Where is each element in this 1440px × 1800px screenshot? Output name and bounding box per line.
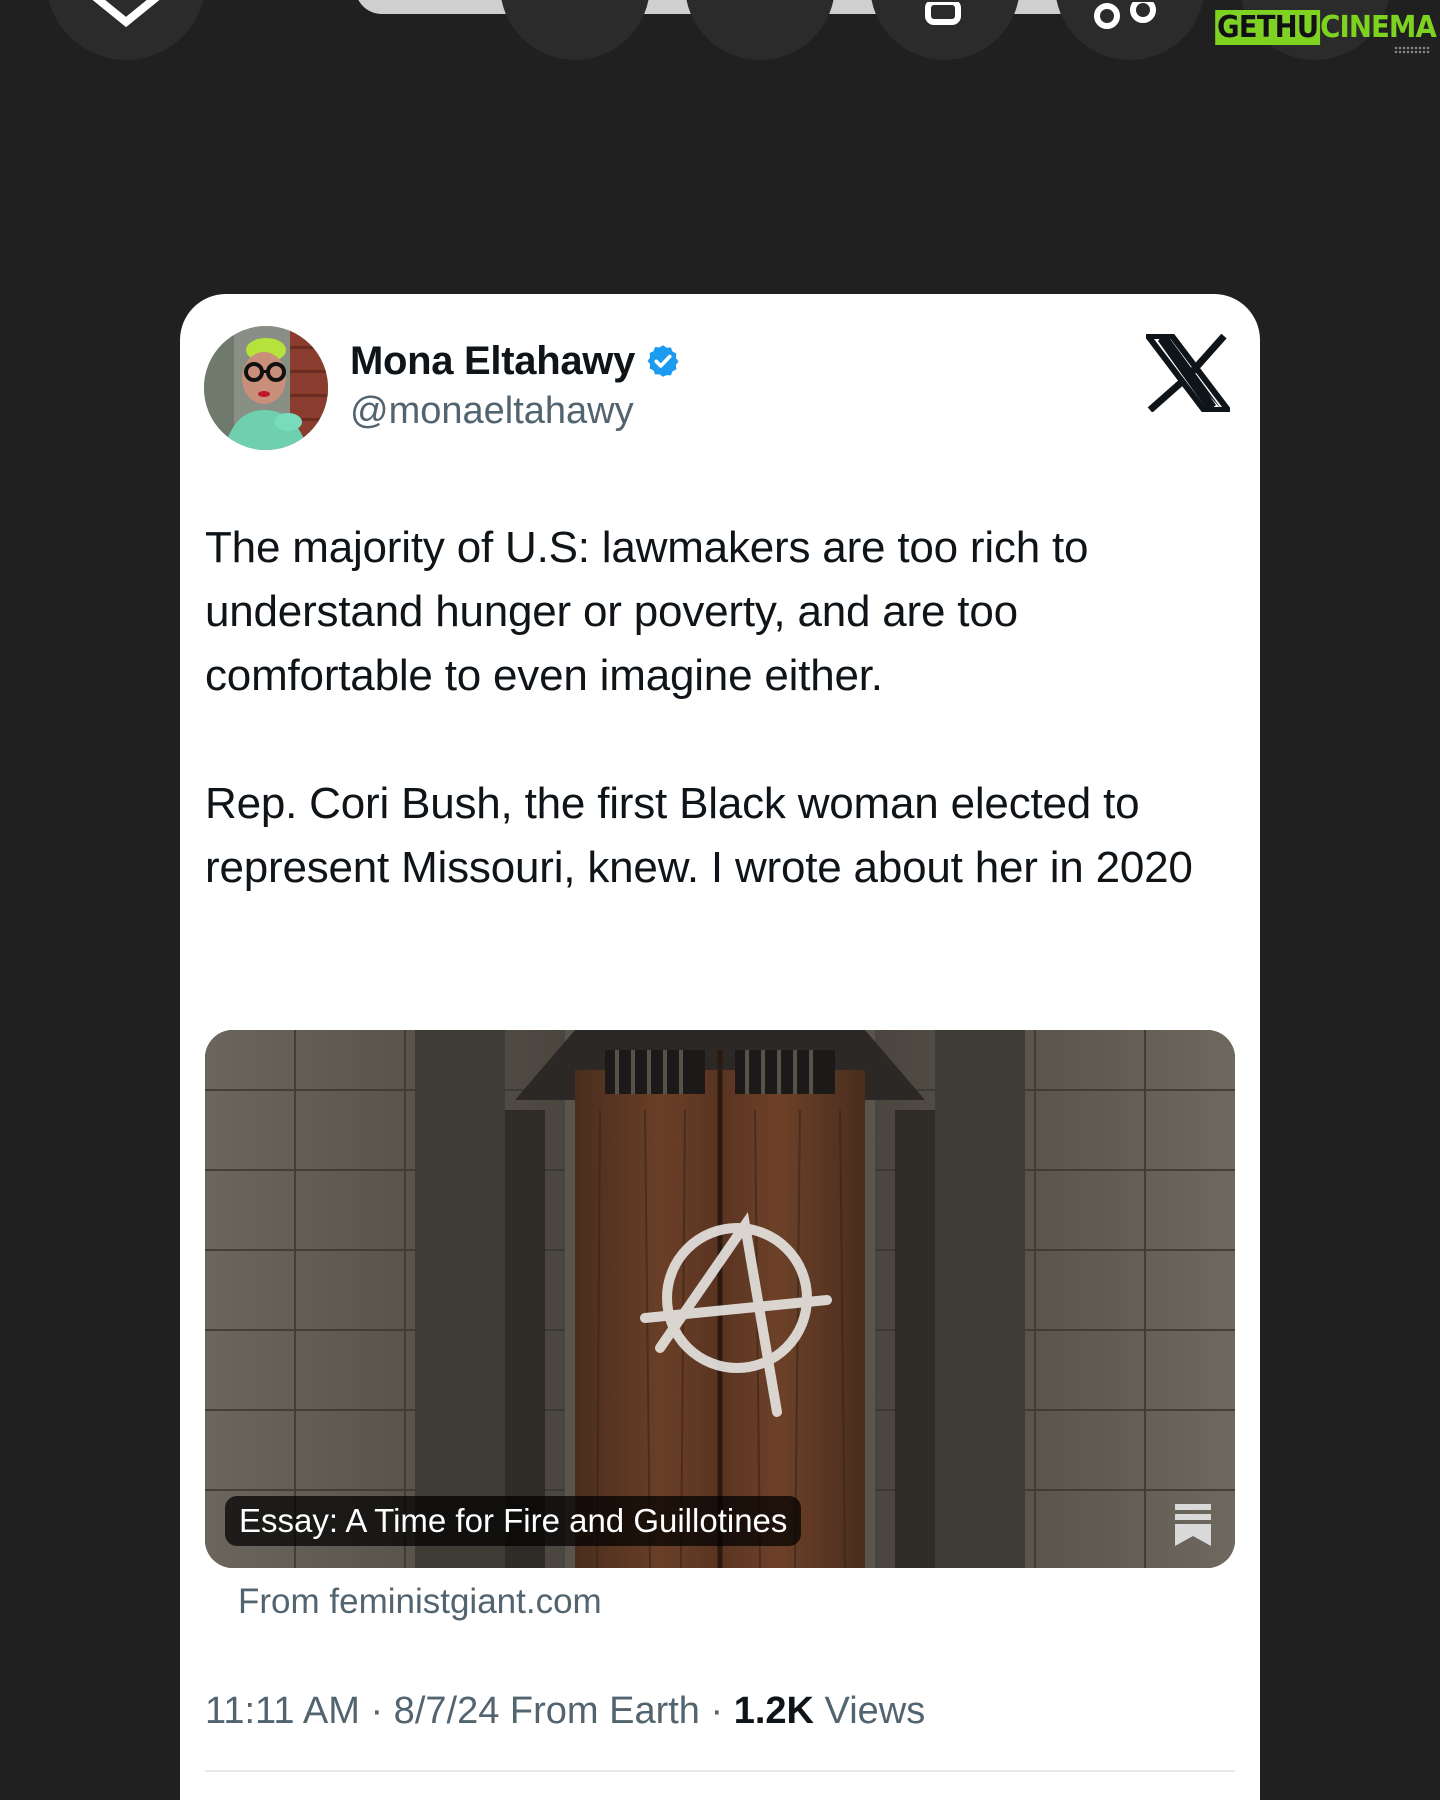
- views-count: 1.2K: [733, 1690, 814, 1732]
- handle[interactable]: @monaeltahawy: [350, 390, 634, 433]
- tweet-meta: 11:11 AM · 8/7/24 From Earth · 1.2K View…: [205, 1690, 925, 1733]
- share-button[interactable]: [870, 0, 1020, 60]
- link-button[interactable]: [1055, 0, 1205, 60]
- avatar[interactable]: [204, 326, 328, 450]
- author-row: Mona Eltahawy: [350, 338, 681, 384]
- link-card-title[interactable]: Essay: A Time for Fire and Guillotines: [225, 1496, 802, 1546]
- watermark-dots: [1394, 46, 1430, 54]
- close-button[interactable]: [46, 0, 206, 60]
- avatar-image: [204, 326, 328, 450]
- tweet-text: The majority of U.S: lawmakers are too r…: [205, 523, 1193, 892]
- tweet-timestamp: 11:11 AM · 8/7/24 From Earth ·: [205, 1690, 734, 1732]
- views-label: Views: [813, 1690, 926, 1732]
- toolbar-button-1[interactable]: [500, 0, 650, 60]
- watermark-logo: GETHUCINEMA: [1215, 10, 1437, 45]
- tweet-card[interactable]: Mona Eltahawy @monaeltahawy The majority…: [180, 294, 1260, 1800]
- close-icon: [92, 0, 160, 28]
- toolbar-button-2[interactable]: [685, 0, 835, 60]
- link-card-image[interactable]: Essay: A Time for Fire and Guillotines: [205, 1030, 1235, 1568]
- link-card-source[interactable]: From feministgiant.com: [238, 1582, 602, 1622]
- link-icon: [1094, 2, 1156, 29]
- door-photo: [205, 1030, 1235, 1568]
- x-logo-icon: [1146, 334, 1230, 412]
- display-name[interactable]: Mona Eltahawy: [350, 339, 635, 384]
- verified-badge-icon: [647, 345, 679, 377]
- story-viewer: GETHUCINEMA Mona Eltahawy @monaeltahawy …: [0, 0, 1440, 1800]
- share-icon: [925, 2, 961, 25]
- bookmark-icon[interactable]: [1173, 1502, 1213, 1548]
- divider: [205, 1770, 1235, 1772]
